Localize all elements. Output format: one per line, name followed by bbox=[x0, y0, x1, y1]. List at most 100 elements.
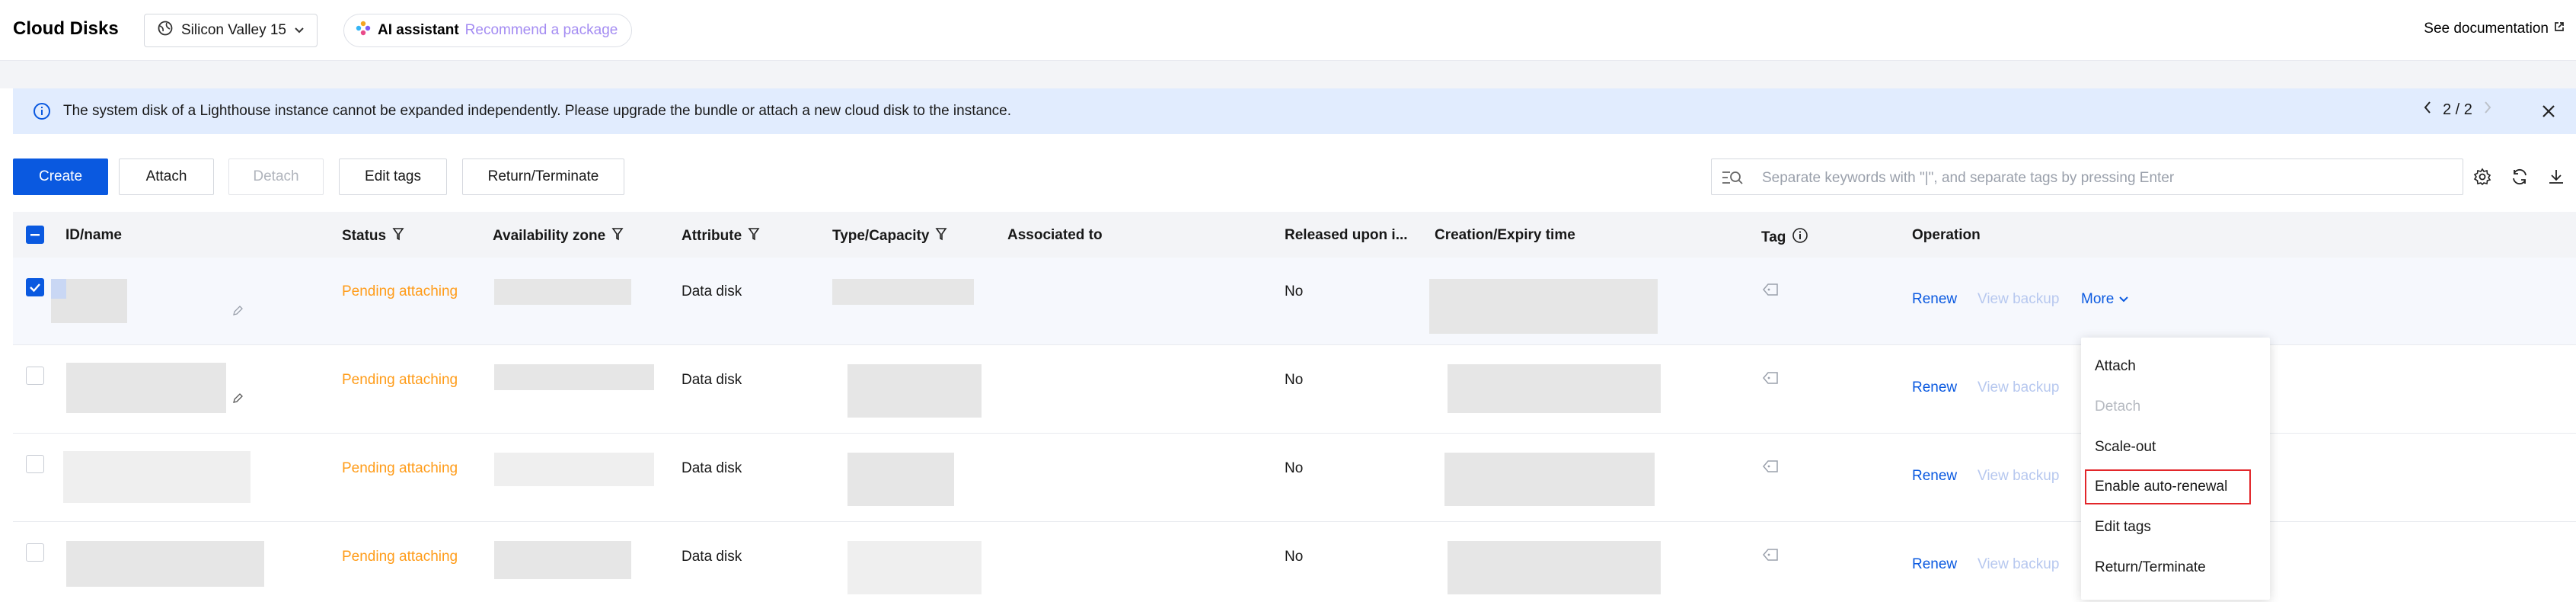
attribute-text: Data disk bbox=[682, 460, 742, 476]
tag-icon[interactable] bbox=[1761, 459, 1780, 478]
header-status[interactable]: Status bbox=[342, 227, 404, 245]
table-header: ID/name Status Availability zone Attribu… bbox=[13, 212, 2576, 258]
tag-icon[interactable] bbox=[1761, 282, 1780, 301]
renew-link[interactable]: Renew bbox=[1912, 468, 1957, 485]
header-creation-label: Creation/Expiry time bbox=[1435, 227, 1575, 243]
renew-link[interactable]: Renew bbox=[1912, 379, 1957, 396]
redacted-creation-time bbox=[1448, 541, 1661, 594]
region-label: Silicon Valley 15 bbox=[181, 22, 287, 38]
released-text: No bbox=[1285, 283, 1304, 299]
row-checkbox[interactable] bbox=[26, 278, 44, 296]
menu-item-edit-tags[interactable]: Edit tags bbox=[2081, 510, 2270, 545]
region-selector[interactable]: Silicon Valley 15 bbox=[144, 14, 318, 47]
header-operation-label: Operation bbox=[1912, 227, 1981, 243]
filter-icon[interactable] bbox=[935, 227, 947, 245]
redacted-id-highlight bbox=[51, 279, 66, 299]
more-dropdown-trigger[interactable]: More bbox=[2081, 291, 2129, 308]
view-backup-link[interactable]: View backup bbox=[1977, 468, 2059, 485]
header-attribute[interactable]: Attribute bbox=[682, 227, 760, 245]
pager-label: 2 / 2 bbox=[2443, 101, 2472, 118]
recommend-package-link[interactable]: Recommend a package bbox=[465, 22, 618, 39]
redacted-creation-time bbox=[1444, 453, 1655, 506]
status-text: Pending attaching bbox=[342, 372, 458, 388]
header-id-name: ID/name bbox=[65, 227, 122, 244]
ai-assistant-label: AI assistant bbox=[378, 22, 459, 38]
view-backup-link[interactable]: View backup bbox=[1977, 291, 2059, 308]
header-tag-label: Tag bbox=[1761, 229, 1786, 245]
see-documentation-label: See documentation bbox=[2424, 21, 2549, 37]
redacted-type-capacity bbox=[832, 279, 974, 305]
refresh-icon[interactable] bbox=[2511, 168, 2529, 190]
filter-icon[interactable] bbox=[392, 227, 404, 245]
info-icon[interactable] bbox=[1792, 227, 1808, 248]
redacted-creation-time bbox=[1448, 364, 1661, 413]
header-availability-zone[interactable]: Availability zone bbox=[493, 227, 624, 245]
redacted-zone bbox=[494, 364, 654, 390]
chevron-down-icon bbox=[2118, 291, 2129, 308]
ai-assistant-pill[interactable]: AI assistant Recommend a package bbox=[343, 14, 633, 47]
tag-icon[interactable] bbox=[1761, 370, 1780, 389]
menu-item-scale-out[interactable]: Scale-out bbox=[2081, 430, 2270, 465]
row-checkbox[interactable] bbox=[26, 455, 44, 473]
close-icon[interactable] bbox=[2539, 102, 2558, 124]
more-label: More bbox=[2081, 291, 2115, 307]
return-terminate-button[interactable]: Return/Terminate bbox=[462, 159, 624, 195]
search-box[interactable]: Separate keywords with "|", and separate… bbox=[1711, 159, 2463, 195]
chevron-right-icon[interactable] bbox=[2483, 101, 2492, 119]
header-type-capacity-label: Type/Capacity bbox=[832, 228, 930, 244]
settings-gear-icon[interactable] bbox=[2473, 168, 2491, 190]
view-backup-link[interactable]: View backup bbox=[1977, 556, 2059, 573]
globe-icon bbox=[157, 20, 174, 41]
row-checkbox[interactable] bbox=[26, 367, 44, 385]
menu-item-return-terminate[interactable]: Return/Terminate bbox=[2081, 550, 2270, 585]
header-operation: Operation bbox=[1912, 227, 1981, 244]
header-attribute-label: Attribute bbox=[682, 228, 742, 244]
notice-pager: 2 / 2 bbox=[2423, 101, 2492, 119]
header-id-name-label: ID/name bbox=[65, 227, 122, 243]
redacted-id bbox=[66, 541, 264, 587]
ai-sparkle-icon bbox=[355, 20, 372, 41]
menu-item-enable-auto-renewal[interactable]: Enable auto-renewal bbox=[2085, 469, 2251, 504]
released-text: No bbox=[1285, 372, 1304, 388]
search-placeholder: Separate keywords with "|", and separate… bbox=[1762, 170, 2175, 186]
view-backup-link[interactable]: View backup bbox=[1977, 379, 2059, 396]
filter-icon[interactable] bbox=[748, 227, 760, 245]
filter-icon[interactable] bbox=[611, 227, 624, 245]
external-link-icon bbox=[2553, 21, 2565, 37]
renew-link[interactable]: Renew bbox=[1912, 556, 1957, 573]
redacted-type-capacity bbox=[847, 364, 982, 418]
attribute-text: Data disk bbox=[682, 283, 742, 299]
edit-pencil-icon[interactable] bbox=[232, 393, 243, 408]
redacted-zone bbox=[494, 453, 654, 486]
redacted-zone bbox=[494, 279, 631, 305]
attach-button[interactable]: Attach bbox=[119, 159, 214, 195]
redacted-type-capacity bbox=[847, 453, 954, 506]
header-associated: Associated to bbox=[1007, 227, 1103, 244]
renew-link[interactable]: Renew bbox=[1912, 291, 1957, 308]
header-zone-label: Availability zone bbox=[493, 228, 606, 244]
info-icon bbox=[33, 102, 51, 124]
row-checkbox[interactable] bbox=[26, 543, 44, 562]
create-button[interactable]: Create bbox=[13, 159, 108, 195]
header-status-label: Status bbox=[342, 228, 387, 244]
attribute-text: Data disk bbox=[682, 372, 742, 388]
released-text: No bbox=[1285, 549, 1304, 565]
menu-item-attach[interactable]: Attach bbox=[2081, 349, 2270, 384]
chevron-left-icon[interactable] bbox=[2423, 101, 2432, 119]
header-released-label: Released upon i... bbox=[1285, 227, 1408, 243]
status-text: Pending attaching bbox=[342, 460, 458, 476]
redacted-id bbox=[63, 451, 251, 503]
detach-button[interactable]: Detach bbox=[228, 159, 324, 195]
tag-icon[interactable] bbox=[1761, 547, 1780, 566]
select-all-checkbox[interactable] bbox=[26, 226, 44, 244]
edit-pencil-icon[interactable] bbox=[232, 306, 243, 320]
header-released: Released upon i... bbox=[1285, 227, 1408, 244]
top-header: Cloud Disks Silicon Valley 15 AI assista… bbox=[0, 0, 2576, 61]
menu-item-detach[interactable]: Detach bbox=[2081, 389, 2270, 424]
download-icon[interactable] bbox=[2547, 168, 2565, 190]
header-creation-expiry: Creation/Expiry time bbox=[1435, 227, 1575, 244]
header-type-capacity[interactable]: Type/Capacity bbox=[832, 227, 947, 245]
see-documentation-link[interactable]: See documentation bbox=[2424, 21, 2565, 37]
redacted-zone bbox=[494, 541, 631, 579]
edit-tags-button[interactable]: Edit tags bbox=[339, 159, 447, 195]
